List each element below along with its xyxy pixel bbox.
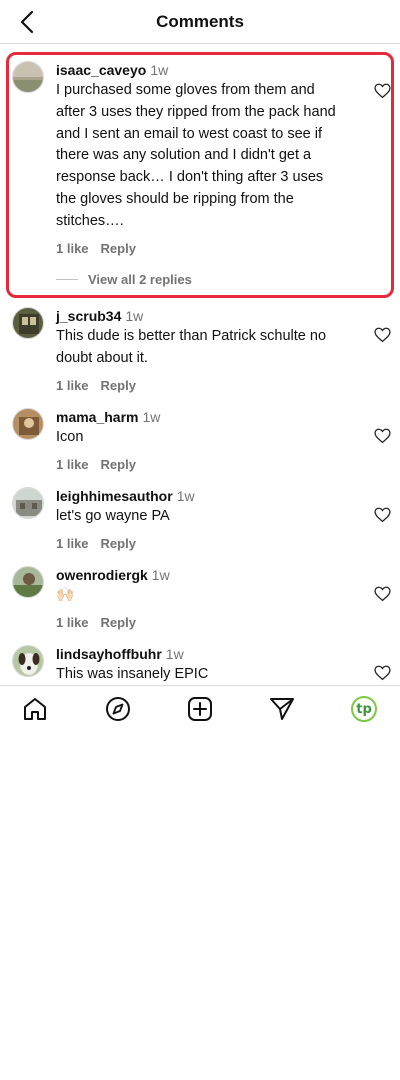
view-replies-button[interactable]: View all 2 replies [56, 272, 192, 287]
avatar[interactable] [12, 645, 44, 677]
reply-button[interactable]: Reply [101, 615, 136, 630]
heart-icon[interactable] [374, 83, 391, 99]
comment-text: let's go wayne PA [56, 508, 170, 524]
comment-time: 1w [165, 646, 184, 662]
bottom-tab-bar: tp [0, 685, 400, 731]
comment-username[interactable]: mama_harm [56, 409, 139, 425]
comment-username[interactable]: owenrodiergk [56, 567, 148, 583]
header: Comments [0, 0, 400, 44]
reply-button[interactable]: Reply [101, 241, 136, 256]
like-count[interactable]: 1 like [56, 615, 89, 630]
view-replies-label: View all 2 replies [88, 272, 192, 287]
reply-button[interactable]: Reply [101, 457, 136, 472]
reply-button[interactable]: Reply [101, 378, 136, 393]
comment-username[interactable]: lindsayhoffbuhr [56, 646, 162, 662]
send-icon[interactable] [269, 696, 295, 722]
comment-text: 🙌🏻 [56, 587, 75, 603]
comment-time: 1w [142, 409, 161, 425]
like-count[interactable]: 1 like [56, 536, 89, 551]
heart-icon[interactable] [374, 586, 391, 602]
heart-icon[interactable] [374, 428, 391, 444]
comment-time: 1w [125, 308, 144, 324]
comment-time: 1w [150, 62, 169, 78]
avatar[interactable] [12, 408, 44, 440]
profile-initials: tp [356, 701, 372, 717]
like-count[interactable]: 1 like [56, 378, 89, 393]
comment-time: 1w [151, 567, 170, 583]
comment-username[interactable]: leighhimesauthor [56, 488, 173, 504]
comment-list[interactable]: isaac_caveyo 1w I purchased some gloves f… [0, 44, 400, 685]
comment-text: This dude is better than Patrick schulte… [56, 328, 327, 366]
avatar[interactable] [12, 61, 44, 93]
like-count[interactable]: 1 like [56, 457, 89, 472]
page-title: Comments [156, 12, 244, 31]
comment-text: Icon [56, 429, 84, 445]
heart-icon[interactable] [374, 507, 391, 523]
home-icon[interactable] [22, 696, 48, 722]
comment-text: I purchased some gloves from them and af… [56, 82, 336, 229]
avatar[interactable] [12, 566, 44, 598]
profile-avatar[interactable]: tp [351, 696, 377, 722]
explore-icon[interactable] [105, 696, 131, 722]
divider [56, 279, 78, 280]
create-icon[interactable] [187, 696, 213, 722]
comment-username[interactable]: isaac_caveyo [56, 62, 146, 78]
comment-time: 1w [176, 488, 195, 504]
avatar[interactable] [12, 307, 44, 339]
like-count[interactable]: 1 like [56, 241, 89, 256]
comment-username[interactable]: j_scrub34 [56, 308, 121, 324]
comment-text: This was insanely EPIC [56, 666, 209, 682]
heart-icon[interactable] [374, 327, 391, 343]
heart-icon[interactable] [374, 665, 391, 681]
avatar[interactable] [12, 487, 44, 519]
reply-button[interactable]: Reply [101, 536, 136, 551]
